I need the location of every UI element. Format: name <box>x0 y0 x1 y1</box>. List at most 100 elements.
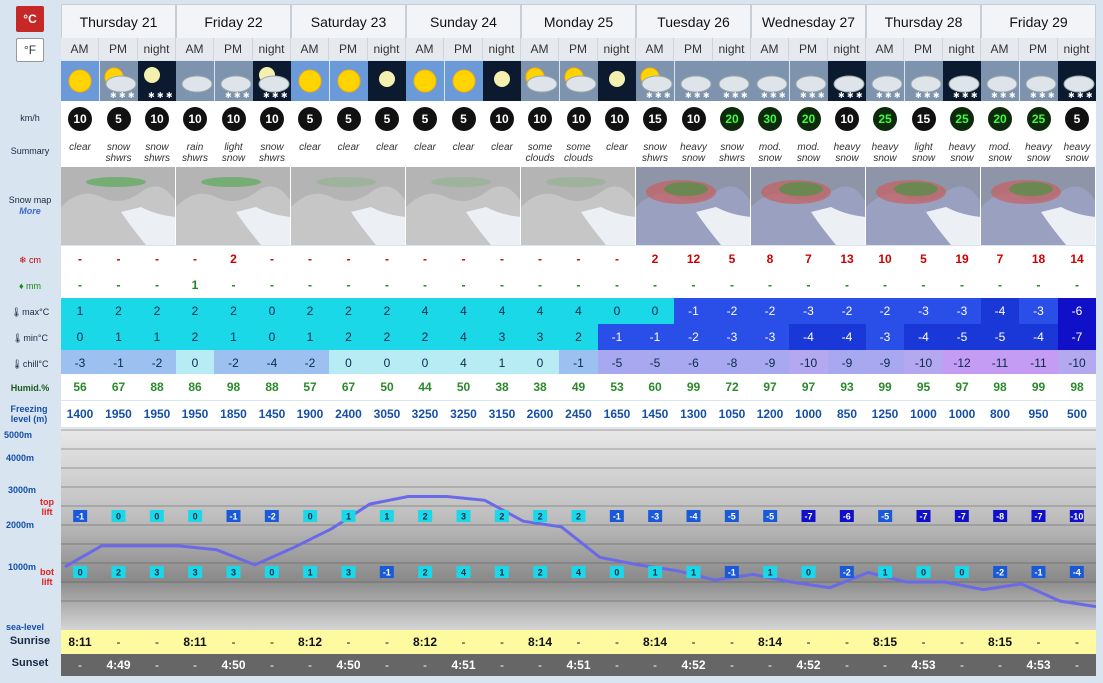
sunset-label: Sunset <box>11 657 49 669</box>
summary-cell: clear <box>444 137 483 169</box>
min-temp-cell: -4 <box>1019 324 1058 350</box>
period-night: night <box>828 38 866 60</box>
svg-text:✱ ✱ ✱: ✱ ✱ ✱ <box>110 91 135 100</box>
celsius-button[interactable]: °C <box>16 6 44 32</box>
sun-icon <box>61 61 99 101</box>
snow-cm-cell: - <box>444 246 483 272</box>
summary-cell: snow shwrs <box>713 137 751 169</box>
snow-cm-cell: - <box>176 246 214 272</box>
snow-map-thumbnail[interactable] <box>521 167 636 245</box>
fahrenheit-button[interactable]: °F <box>16 38 44 62</box>
max-temp-cell: 2 <box>291 298 329 324</box>
min-temp-cell: 2 <box>406 324 444 350</box>
freezing-level-cell: 1250 <box>866 401 904 427</box>
min-temp-cell: 0 <box>253 324 291 350</box>
chill-temp-cell: -5 <box>598 350 636 376</box>
rain-unit: mm <box>26 281 42 291</box>
wind-arrow-icon: 5 <box>451 107 476 131</box>
cloud-snow-icon: ✱ ✱ ✱ <box>214 61 253 101</box>
snow-cm-cell: - <box>598 246 636 272</box>
bot-lift-temp: 0 <box>269 568 274 578</box>
chill-text: chill°C <box>22 359 49 369</box>
snow-map-thumbnail[interactable] <box>751 167 866 245</box>
snow-cm-cell: - <box>521 246 559 272</box>
chill-temp-cell: 4 <box>444 350 483 376</box>
sunset-cell: - <box>943 654 981 676</box>
top-lift-temp: -7 <box>958 512 966 522</box>
top-lift-temp: -6 <box>843 512 851 522</box>
svg-text:✱ ✱ ✱: ✱ ✱ ✱ <box>225 91 250 100</box>
day-header: Thursday 21 <box>61 4 176 38</box>
wind-cell: 25 <box>866 101 904 137</box>
summary-cell: clear <box>483 137 521 169</box>
snowmap-more-link[interactable]: More <box>0 206 60 216</box>
snow-cm-cell: 14 <box>1058 246 1096 272</box>
wind-arrow-icon: 10 <box>528 107 552 131</box>
max-text: max°C <box>22 307 50 317</box>
bot-lift-temp: 1 <box>768 568 773 578</box>
sun-icon <box>329 61 368 101</box>
sunrise-cell: - <box>99 630 138 654</box>
bot-lift-temp: 0 <box>921 568 926 578</box>
sunrise-cell: 8:12 <box>406 630 444 654</box>
wind-cell: 10 <box>214 101 253 137</box>
max-temp-cell: 2 <box>329 298 368 324</box>
snow-forecast-table: °C °F km/h Summary Snow map More ❄ cm ♦ … <box>0 0 1103 683</box>
sunrise-cell: - <box>214 630 253 654</box>
snow-map-thumbnail[interactable] <box>176 167 291 245</box>
cloud-snow-icon: ✱ ✱ ✱ <box>866 61 904 101</box>
sunrise-cell: - <box>329 630 368 654</box>
humidity-cell: 38 <box>521 374 559 400</box>
top-lift-temp: 2 <box>423 512 428 522</box>
rain-mm-cell: - <box>828 272 866 298</box>
wind-cell: 15 <box>636 101 674 137</box>
wind-arrow-icon: 15 <box>643 107 667 131</box>
moon-icon <box>368 61 406 101</box>
svg-text:✱ ✱ ✱: ✱ ✱ ✱ <box>148 91 173 100</box>
snow-cm-cell: - <box>99 246 138 272</box>
humidity-cell: 97 <box>789 374 828 400</box>
chill-temp-cell: -11 <box>981 350 1019 376</box>
summary-cell: snow shwrs <box>138 137 176 169</box>
sunset-cell: - <box>713 654 751 676</box>
snow-map-thumbnail[interactable] <box>406 167 521 245</box>
chill-temp-cell: -2 <box>291 350 329 376</box>
humidity-cell: 57 <box>291 374 329 400</box>
snow-cm-cell: 2 <box>636 246 674 272</box>
freezing-level-cell: 1900 <box>291 401 329 427</box>
top-lift-temp: 0 <box>308 512 313 522</box>
top-lift-temp: 0 <box>116 512 121 522</box>
summary-cell: heavy snow <box>1019 137 1058 169</box>
cloud-snow-icon: ✱ ✱ ✱ <box>981 61 1019 101</box>
svg-text:✱ ✱ ✱: ✱ ✱ ✱ <box>646 91 671 100</box>
bot-lift-temp: 3 <box>154 568 159 578</box>
rain-mm-cell: - <box>214 272 253 298</box>
max-temp-cell: -2 <box>751 298 789 324</box>
period-pm: PM <box>789 38 828 60</box>
snow-map-thumbnail[interactable] <box>291 167 406 245</box>
humidity-cell: 97 <box>751 374 789 400</box>
chill-temp-cell: -9 <box>751 350 789 376</box>
snow-map-thumbnail[interactable] <box>636 167 751 245</box>
top-lift-temp: 2 <box>499 512 504 522</box>
snow-cm-cell: 8 <box>751 246 789 272</box>
humidity-cell: 95 <box>904 374 943 400</box>
min-label: 🌡min°C <box>0 333 60 343</box>
humidity-cell: 86 <box>176 374 214 400</box>
freezing-level-cell: 2400 <box>329 401 368 427</box>
alt-5000: 5000m <box>4 430 33 440</box>
cloud-snow-icon: ✱ ✱ ✱ <box>751 61 789 101</box>
min-temp-cell: 3 <box>483 324 521 350</box>
period-night: night <box>253 38 291 60</box>
snow-map-thumbnail[interactable] <box>61 167 176 245</box>
top-lift-temp: -10 <box>1070 512 1083 522</box>
rain-mm-cell: - <box>406 272 444 298</box>
humidity-cell: 98 <box>1058 374 1096 400</box>
top-lift-label: top lift <box>40 497 54 517</box>
snow-map-thumbnail[interactable] <box>866 167 981 245</box>
freezing-level-cell: 1300 <box>674 401 713 427</box>
wind-cell: 10 <box>138 101 176 137</box>
snow-map-thumbnail[interactable] <box>981 167 1096 245</box>
chill-temp-cell: 0 <box>368 350 406 376</box>
rain-mm-cell: - <box>713 272 751 298</box>
